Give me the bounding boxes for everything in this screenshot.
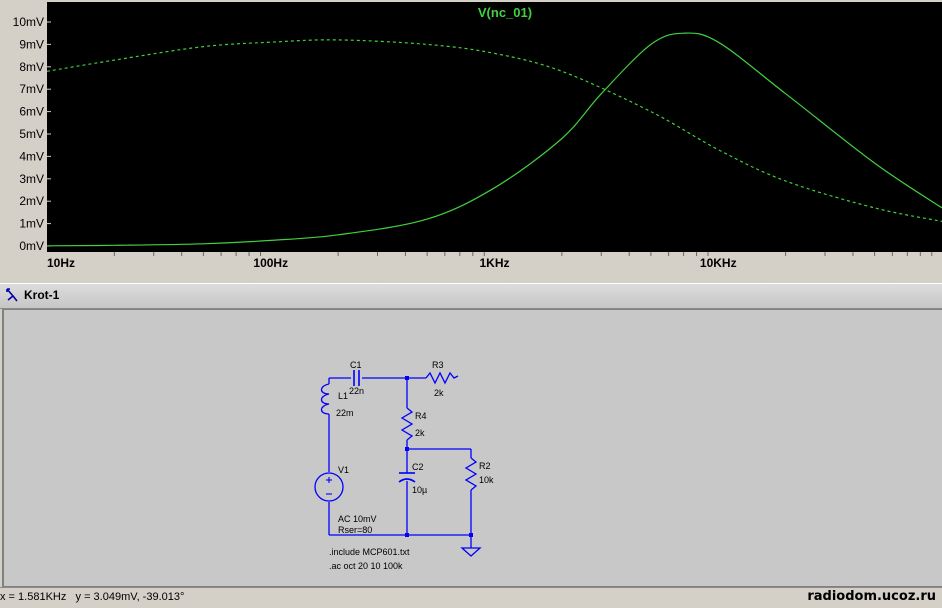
- y-tick-label: 4mV: [19, 149, 44, 163]
- voltage-source-v1[interactable]: V1 AC 10mV Rser=80: [314, 465, 377, 535]
- resistor-r4[interactable]: R4 2k: [400, 407, 427, 441]
- junction-dots: [405, 376, 473, 537]
- watermark: radiodom.ucoz.ru: [807, 589, 936, 604]
- cursor-readout: x = 1.581KHz y = 3.049mV, -39.013°: [0, 591, 185, 603]
- c2-value: 10µ: [412, 485, 427, 495]
- y-tick-label: 3mV: [19, 172, 44, 186]
- spice-directive-ac[interactable]: .ac oct 20 10 100k: [329, 561, 403, 571]
- y-tick-label: 9mV: [19, 37, 44, 51]
- c2-label: C2: [412, 462, 424, 472]
- waveform-plot-pane[interactable]: V(nc_01) 0mV 1mV 2mV 3mV 4mV 5mV 6mV 7mV 8mV 9mV 1…: [0, 0, 942, 275]
- v1-label: V1: [338, 465, 349, 475]
- waveform-plot[interactable]: V(nc_01) 0mV 1mV 2mV 3mV 4mV 5mV 6mV 7mV 8mV 9mV 1…: [0, 0, 942, 275]
- y-tick-label: 2mV: [19, 194, 44, 208]
- x-tick-label: 100Hz: [253, 256, 288, 270]
- resistor-r2[interactable]: R2 10k: [464, 457, 494, 491]
- c1-label: C1: [350, 360, 362, 370]
- plot-area[interactable]: [47, 2, 942, 252]
- plot-title[interactable]: V(nc_01): [478, 5, 532, 20]
- y-tick-label: 10mV: [13, 15, 44, 29]
- r3-value: 2k: [434, 388, 444, 398]
- ground-icon: [460, 547, 482, 557]
- status-bar: x = 1.581KHz y = 3.049mV, -39.013°: [0, 587, 942, 608]
- r3-label: R3: [432, 360, 444, 370]
- r4-value: 2k: [415, 428, 425, 438]
- v1-series-resistance: Rser=80: [338, 525, 372, 535]
- y-tick-label: 1mV: [19, 217, 44, 231]
- x-tick-label: 10Hz: [47, 256, 75, 270]
- y-tick-label: 5mV: [19, 127, 44, 141]
- schematic-drawing[interactable]: C1 22n R3 2k L1 22m V1 AC 10mV Rser=80 R…: [4, 310, 942, 586]
- l1-label: L1: [338, 391, 348, 401]
- resistor-r3[interactable]: R3 2k: [425, 360, 459, 398]
- schematic-window-titlebar[interactable]: Krot-1: [0, 283, 942, 309]
- schematic-icon: [6, 288, 18, 302]
- r2-value: 10k: [479, 475, 494, 485]
- l1-value: 22m: [336, 408, 354, 418]
- schematic-window-title: Krot-1: [24, 288, 60, 302]
- x-tick-label: 1KHz: [479, 256, 509, 270]
- capacitor-c1[interactable]: C1 22n: [349, 360, 364, 396]
- y-tick-label: 0mV: [19, 239, 44, 253]
- x-tick-label: 10KHz: [700, 256, 737, 270]
- y-tick-label: 6mV: [19, 105, 44, 119]
- y-tick-label: 8mV: [19, 60, 44, 74]
- y-tick-label: 7mV: [19, 82, 44, 96]
- r4-label: R4: [415, 411, 427, 421]
- r2-label: R2: [479, 461, 491, 471]
- v1-value: AC 10mV: [338, 514, 377, 524]
- spice-directive-include[interactable]: .include MCP601.txt: [329, 547, 410, 557]
- schematic-canvas[interactable]: C1 22n R3 2k L1 22m V1 AC 10mV Rser=80 R…: [2, 309, 942, 587]
- c1-value: 22n: [349, 386, 364, 396]
- capacitor-c2[interactable]: C2 10µ: [398, 462, 427, 495]
